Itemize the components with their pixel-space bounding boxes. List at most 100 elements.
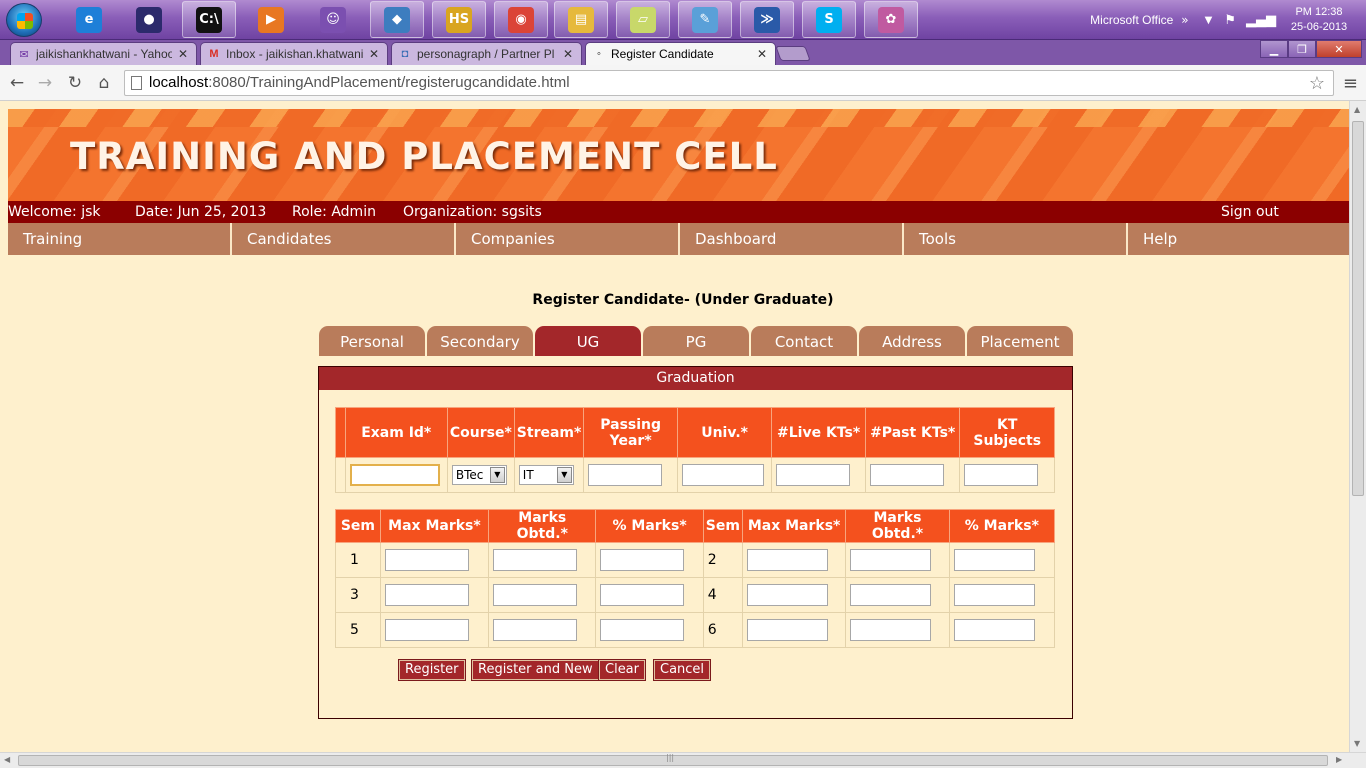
marks-obtained-input[interactable] — [850, 549, 932, 571]
editor-icon: ✎ — [692, 6, 718, 33]
tab-placement[interactable]: Placement — [967, 326, 1073, 356]
taskbar-virtualbox-button[interactable]: ◆ — [370, 1, 424, 38]
tab-secondary[interactable]: Secondary — [427, 326, 533, 356]
max-marks-input[interactable] — [746, 584, 828, 606]
close-window-icon[interactable]: ✕ — [1316, 40, 1362, 58]
past-kts-input[interactable] — [869, 464, 944, 486]
tab-personal[interactable]: Personal — [319, 326, 425, 356]
vertical-scroll-thumb[interactable] — [1352, 121, 1364, 496]
chrome-menu-icon[interactable]: ≡ — [1343, 73, 1358, 94]
tray-flag-icon[interactable]: ⚑ — [1224, 13, 1236, 28]
max-marks-input[interactable] — [384, 584, 469, 606]
start-button[interactable] — [6, 3, 42, 37]
tray-office-label[interactable]: Microsoft Office — [1090, 13, 1173, 27]
taskbar-eclipse-button[interactable]: ● — [122, 1, 176, 38]
tab-address[interactable]: Address — [859, 326, 965, 356]
home-icon[interactable]: ⌂ — [93, 72, 115, 94]
max-marks-input[interactable] — [384, 619, 469, 641]
page-info-icon[interactable] — [131, 76, 142, 90]
clear-button[interactable]: Clear — [599, 660, 645, 680]
tab-close-icon[interactable]: ✕ — [757, 47, 767, 61]
percent-marks-input[interactable] — [600, 619, 685, 641]
scroll-up-icon[interactable]: ▲ — [1354, 105, 1360, 114]
browser-tab-personagraph[interactable]: ◘ personagraph / Partner Pl ✕ — [391, 42, 582, 65]
tab-close-icon[interactable]: ✕ — [369, 47, 379, 61]
forward-icon[interactable]: → — [34, 72, 56, 94]
taskbar-skype-button[interactable]: S — [802, 1, 856, 38]
taskbar-chrome-button[interactable]: ◉ — [494, 1, 548, 38]
marks-obtained-input[interactable] — [493, 549, 578, 571]
scroll-grip-icon: ||| — [666, 753, 675, 762]
register-and-new-button[interactable]: Register and New — [472, 660, 599, 680]
max-marks-input[interactable] — [384, 549, 469, 571]
percent-marks-input[interactable] — [600, 549, 685, 571]
bookmark-star-icon[interactable]: ☆ — [1309, 71, 1325, 95]
course-select[interactable]: BTec ▼ — [451, 465, 507, 485]
network-signal-icon[interactable]: ▂▄▆ — [1246, 13, 1276, 28]
percent-marks-input[interactable] — [953, 549, 1035, 571]
marks-obtained-input[interactable] — [493, 584, 578, 606]
scroll-down-icon[interactable]: ▼ — [1354, 739, 1360, 748]
tab-pg[interactable]: PG — [643, 326, 749, 356]
taskbar-explorer-button[interactable]: ▤ — [554, 1, 608, 38]
maximize-icon[interactable]: ❐ — [1288, 40, 1316, 58]
live-kts-input[interactable] — [776, 464, 851, 486]
new-tab-button[interactable] — [775, 46, 811, 61]
marks-obtained-input[interactable] — [850, 584, 932, 606]
kt-subjects-input[interactable] — [964, 464, 1039, 486]
exam-id-input[interactable] — [349, 464, 440, 486]
taskbar-cmd-button[interactable]: C:\ — [182, 1, 236, 38]
max-marks-input[interactable] — [746, 619, 828, 641]
sign-out-link[interactable]: Sign out — [1221, 201, 1279, 223]
nav-training[interactable]: Training — [8, 223, 232, 255]
horizontal-scrollbar[interactable]: ◀ ||| ▶ — [0, 752, 1366, 768]
taskbar-sticky-notes-button[interactable]: ▱ — [616, 1, 670, 38]
taskbar-ie-button[interactable]: e — [62, 1, 116, 38]
minimize-icon[interactable]: ▁ — [1260, 40, 1288, 58]
browser-tab-yahoo[interactable]: ✉ jaikishankhatwani - Yahoo ✕ — [10, 42, 197, 65]
taskbar-messenger-button[interactable]: ☺ — [306, 1, 360, 38]
percent-marks-input[interactable] — [600, 584, 685, 606]
max-marks-input[interactable] — [746, 549, 828, 571]
tab-close-icon[interactable]: ✕ — [563, 47, 573, 61]
taskbar-powershell-button[interactable]: ≫ — [740, 1, 794, 38]
media-player-icon: ▶ — [258, 6, 284, 33]
taskbar-editor-button[interactable]: ✎ — [678, 1, 732, 38]
percent-marks-input[interactable] — [953, 619, 1035, 641]
tray-expand-icon[interactable]: ▼ — [1205, 15, 1213, 26]
marks-obtained-input[interactable] — [850, 619, 932, 641]
reload-icon[interactable]: ↻ — [64, 72, 86, 94]
browser-tab-register-candidate[interactable]: ◦ Register Candidate ✕ — [585, 42, 776, 65]
taskbar-hs-button[interactable]: HS — [432, 1, 486, 38]
browser-tab-gmail[interactable]: M Inbox - jaikishan.khatwani ✕ — [200, 42, 388, 65]
col-sem: Sem — [335, 509, 381, 543]
tab-contact[interactable]: Contact — [751, 326, 857, 356]
max-marks-cell — [379, 612, 490, 648]
register-button[interactable]: Register — [399, 660, 465, 680]
marks-obtained-input[interactable] — [493, 619, 578, 641]
back-icon[interactable]: ← — [6, 72, 28, 94]
percent-marks-input[interactable] — [953, 584, 1035, 606]
tab-ug[interactable]: UG — [535, 326, 641, 356]
univ-input[interactable] — [681, 464, 764, 486]
scroll-right-icon[interactable]: ▶ — [1336, 755, 1342, 764]
passing-year-input[interactable] — [588, 464, 663, 486]
ie-icon: e — [76, 6, 102, 33]
tab-close-icon[interactable]: ✕ — [178, 47, 188, 61]
vertical-scrollbar[interactable]: ▲ ▼ — [1349, 101, 1366, 752]
nav-candidates[interactable]: Candidates — [232, 223, 456, 255]
taskbar-media-player-button[interactable]: ▶ — [244, 1, 298, 38]
scroll-left-icon[interactable]: ◀ — [4, 755, 10, 764]
nav-tools[interactable]: Tools — [904, 223, 1128, 255]
col-percent-marks: % Marks* — [595, 509, 704, 543]
stream-select[interactable]: IT ▼ — [518, 465, 574, 485]
nav-help[interactable]: Help — [1128, 223, 1349, 255]
nav-companies[interactable]: Companies — [456, 223, 680, 255]
address-bar[interactable]: localhost:8080/TrainingAndPlacement/regi… — [124, 70, 1334, 96]
cancel-button[interactable]: Cancel — [654, 660, 711, 680]
sem-number: 5 — [335, 612, 381, 648]
taskbar-paint-button[interactable]: ✿ — [864, 1, 918, 38]
tray-overflow-chevron-icon[interactable]: » — [1181, 13, 1188, 27]
taskbar-clock[interactable]: PM 12:38 25-06-2013 — [1286, 5, 1352, 35]
nav-dashboard[interactable]: Dashboard — [680, 223, 904, 255]
